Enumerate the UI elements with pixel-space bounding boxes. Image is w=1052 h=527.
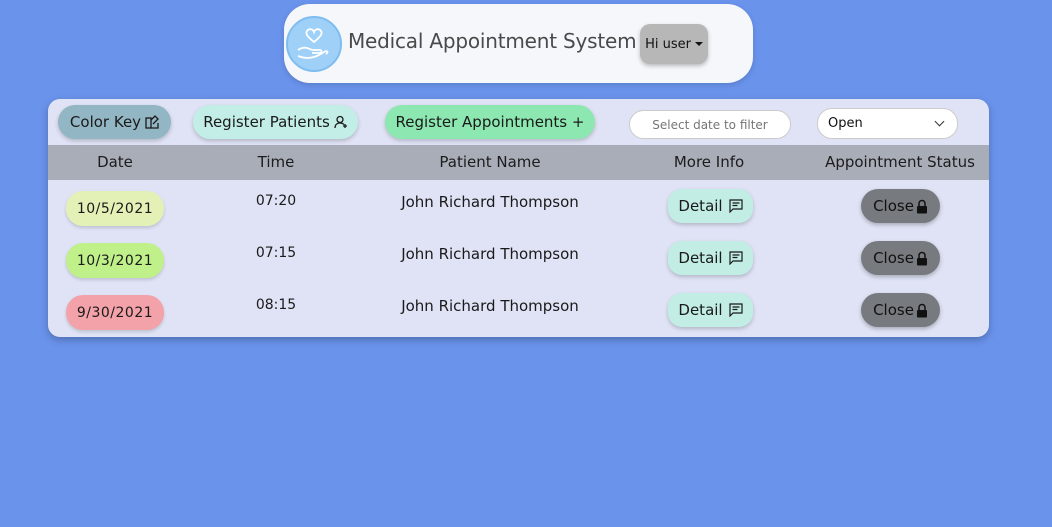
time-cell: 07:20 (255, 193, 297, 209)
app-title: Medical Appointment System (348, 29, 637, 53)
add-user-icon (334, 115, 347, 129)
lock-icon (916, 303, 927, 317)
app-header: Medical Appointment System Hi user (284, 4, 753, 83)
lock-icon (916, 199, 927, 213)
close-appointment-button[interactable]: Close (861, 293, 940, 327)
detail-label: Detail (678, 197, 723, 215)
message-icon (728, 199, 743, 213)
column-header-more-info: More Info (673, 153, 745, 171)
column-header-date: Date (97, 153, 133, 171)
heart-hand-icon (286, 16, 342, 72)
time-cell: 07:15 (255, 245, 297, 261)
toolbar: Color Key Register Patients Register App… (48, 99, 989, 145)
register-patients-label: Register Patients (203, 113, 330, 131)
message-icon (728, 303, 743, 317)
register-appointments-button[interactable]: Register Appointments + (385, 105, 595, 139)
message-icon (728, 251, 743, 265)
table-row: 9/30/2021 08:15 John Richard Thompson De… (48, 287, 989, 337)
table-header: Date Time Patient Name More Info Appoint… (48, 145, 989, 180)
date-filter-input[interactable] (629, 110, 791, 139)
column-header-patient-name: Patient Name (439, 153, 541, 171)
patient-name-cell: John Richard Thompson (401, 193, 579, 211)
detail-button[interactable]: Detail (668, 293, 753, 327)
time-cell: 08:15 (255, 297, 297, 313)
palette-icon (145, 115, 159, 129)
close-appointment-button[interactable]: Close (861, 189, 940, 223)
detail-label: Detail (678, 249, 723, 267)
detail-label: Detail (678, 301, 723, 319)
close-label: Close (873, 197, 914, 215)
color-key-label: Color Key (69, 113, 142, 131)
date-badge: 9/30/2021 (66, 295, 164, 330)
caret-down-icon (694, 42, 703, 46)
table-row: 10/3/2021 07:15 John Richard Thompson De… (48, 235, 989, 287)
date-badge: 10/3/2021 (66, 243, 164, 278)
status-filter-value: Open (828, 116, 863, 131)
patient-name-cell: John Richard Thompson (401, 245, 579, 263)
user-menu-label: Hi user (645, 36, 691, 52)
column-header-appointment-status: Appointment Status (825, 153, 975, 171)
detail-button[interactable]: Detail (668, 241, 753, 275)
column-header-time: Time (257, 153, 295, 171)
chevron-down-icon (934, 116, 945, 127)
patient-name-cell: John Richard Thompson (401, 297, 579, 315)
register-patients-button[interactable]: Register Patients (193, 105, 358, 139)
status-filter-select[interactable]: Open (817, 108, 958, 139)
close-appointment-button[interactable]: Close (861, 241, 940, 275)
date-badge: 10/5/2021 (66, 191, 164, 226)
table-row: 10/5/2021 07:20 John Richard Thompson De… (48, 183, 989, 235)
detail-button[interactable]: Detail (668, 189, 753, 223)
user-menu-button[interactable]: Hi user (640, 24, 708, 64)
close-label: Close (873, 301, 914, 319)
appointments-panel: Color Key Register Patients Register App… (48, 99, 989, 337)
lock-icon (916, 251, 927, 265)
color-key-button[interactable]: Color Key (58, 105, 171, 139)
close-label: Close (873, 249, 914, 267)
